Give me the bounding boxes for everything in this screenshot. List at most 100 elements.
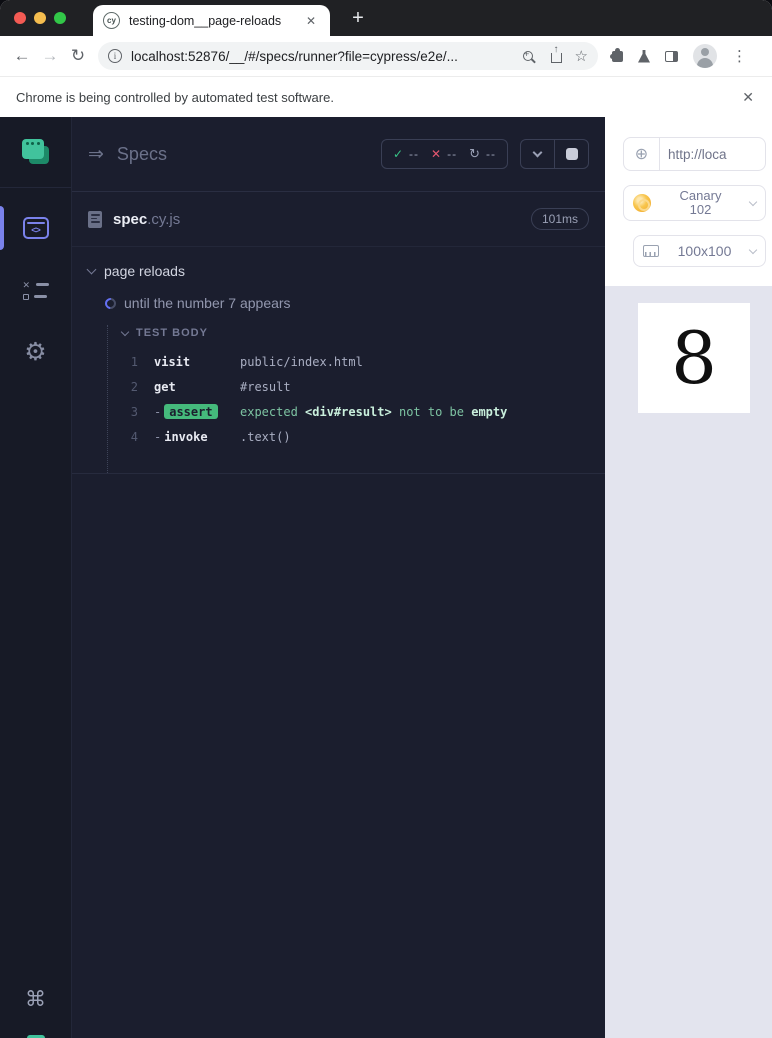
extensions-puzzle-icon[interactable] <box>609 48 623 62</box>
collapse-caret-icon[interactable] <box>86 264 97 274</box>
running-count: -- <box>486 147 496 161</box>
command-method: get <box>154 379 176 394</box>
viewport-size: 100x100 <box>677 243 732 259</box>
spec-header-row[interactable]: spec.cy.js 101ms <box>72 192 605 247</box>
assert-expected: empty <box>471 404 508 419</box>
canary-browser-icon <box>633 194 651 212</box>
zoom-window-button[interactable] <box>54 12 66 24</box>
crosshair-icon: ⊕ <box>634 146 649 163</box>
chevron-down-icon <box>748 197 758 206</box>
spec-name-bold: spec <box>113 210 148 228</box>
runner-panel: ⇒ Specs ✓ -- ✕ -- ↻ -- spec.cy.js 101ms … <box>72 117 605 1038</box>
close-window-button[interactable] <box>14 12 26 24</box>
passed-check-icon: ✓ <box>392 147 404 161</box>
aut-viewport-area: 8 <box>605 286 772 1038</box>
stop-icon <box>565 148 578 160</box>
aut-viewport[interactable]: 8 <box>638 303 750 413</box>
stat-failed: ✕ -- <box>431 147 457 161</box>
command-dash: - <box>154 404 162 419</box>
command-row[interactable]: 2 get #result <box>108 374 589 399</box>
test-body-section: TEST BODY 1 visit public/index.html 2 ge… <box>107 325 589 473</box>
forward-icon[interactable]: → <box>36 42 64 70</box>
stat-running: ↻ -- <box>469 146 496 162</box>
flask-icon[interactable] <box>638 49 650 63</box>
ruler-icon <box>643 245 659 257</box>
aut-url-bar[interactable]: ⊕ http://loca <box>623 137 766 171</box>
banner-close-icon[interactable]: ✕ <box>738 87 758 108</box>
browser-version: 102 <box>689 202 712 217</box>
address-url[interactable]: localhost:52876/__/#/specs/runner?file=c… <box>131 49 514 64</box>
viewport-selector[interactable]: 100x100 <box>633 235 766 267</box>
aut-result-number: 8 <box>671 316 717 400</box>
sidebar-item-settings[interactable]: ⚙ <box>0 332 71 372</box>
command-row[interactable]: 1 visit public/index.html <box>108 349 589 374</box>
sidebar-item-keyboard-shortcuts[interactable]: ⌘ <box>0 979 71 1019</box>
command-row[interactable]: 4 - invoke .text() <box>108 424 589 449</box>
toolbar-extensions: ⋮ <box>609 44 747 68</box>
cypress-app: <> ✕ ⚙ ⌘ ⇒ Specs ✓ -- ✕ -- ↻ -- spec.cy.… <box>0 117 772 1038</box>
spec-duration-badge: 101ms <box>530 208 589 230</box>
active-indicator <box>0 206 4 250</box>
test-stats: ✓ -- ✕ -- ↻ -- <box>380 139 508 169</box>
stop-button[interactable] <box>555 140 588 168</box>
tab-close-icon[interactable]: ✕ <box>302 12 320 30</box>
assert-subject: <div#result> <box>305 404 392 419</box>
browser-window: cy testing-dom__page-reloads ✕ + ← → ↻ i… <box>0 0 772 1038</box>
aut-url-text[interactable]: http://loca <box>660 138 765 170</box>
stat-passed: ✓ -- <box>393 147 419 161</box>
tab-title: testing-dom__page-reloads <box>129 13 282 28</box>
code-window-icon: <> <box>22 217 49 239</box>
gear-icon: ⚙ <box>24 337 47 366</box>
test-running-ring-icon <box>102 295 119 311</box>
command-number: 1 <box>130 354 138 369</box>
command-message: #result <box>240 379 291 394</box>
aut-panel: ⊕ http://loca Canary 102 100x100 8 <box>605 117 772 1038</box>
command-message: public/index.html <box>240 354 363 369</box>
share-icon[interactable] <box>550 52 562 63</box>
chrome-menu-icon[interactable]: ⋮ <box>732 47 747 65</box>
browser-selector[interactable]: Canary 102 <box>623 185 766 221</box>
sidebar: <> ✕ ⚙ ⌘ <box>0 117 72 1038</box>
chevron-down-icon <box>748 245 758 254</box>
minimize-window-button[interactable] <box>34 12 46 24</box>
tab-strip: cy testing-dom__page-reloads ✕ + <box>0 0 772 36</box>
address-bar[interactable]: i localhost:52876/__/#/specs/runner?file… <box>98 42 598 70</box>
back-icon[interactable]: ← <box>8 42 36 70</box>
profile-avatar[interactable] <box>693 44 717 68</box>
browser-tab[interactable]: cy testing-dom__page-reloads ✕ <box>93 5 330 36</box>
run-options-button[interactable] <box>521 140 554 168</box>
bookmark-star-icon[interactable]: ☆ <box>575 47 588 65</box>
suite-row[interactable]: page reloads <box>86 261 589 281</box>
specs-title: Specs <box>116 143 167 164</box>
command-row-assert[interactable]: 3 - assert expected <div#result> not to … <box>108 399 589 424</box>
assert-message: expected <div#result> not to be empty <box>240 405 507 419</box>
suite-title: page reloads <box>104 263 185 279</box>
sidebar-logo-block <box>0 117 71 188</box>
runner-header: ⇒ Specs ✓ -- ✕ -- ↻ -- <box>72 117 605 192</box>
test-body-header[interactable]: TEST BODY <box>108 325 589 341</box>
sidebar-item-runs[interactable]: ✕ <box>0 270 71 310</box>
reload-icon[interactable]: ↻ <box>64 42 92 70</box>
assert-text: not to be <box>398 404 464 419</box>
cypress-logo-icon[interactable] <box>21 139 50 165</box>
automation-banner-text: Chrome is being controlled by automated … <box>16 89 334 105</box>
test-row[interactable]: until the number 7 appears <box>102 293 589 313</box>
collapse-caret-icon[interactable] <box>120 327 130 336</box>
run-controls <box>520 139 589 169</box>
browser-toolbar: ← → ↻ i localhost:52876/__/#/specs/runne… <box>0 36 772 76</box>
command-method: visit <box>154 354 191 369</box>
new-tab-button[interactable]: + <box>344 4 372 32</box>
side-panel-icon[interactable] <box>665 50 678 62</box>
failed-cross-icon: ✕ <box>431 147 442 161</box>
browser-label: Canary 102 <box>651 189 750 217</box>
running-spinner-icon: ↻ <box>469 146 480 161</box>
specs-list-icon[interactable]: ⇒ <box>88 143 104 166</box>
automation-banner: Chrome is being controlled by automated … <box>0 76 772 117</box>
zoom-page-icon[interactable] <box>522 49 533 61</box>
sidebar-item-specs[interactable]: <> <box>0 206 71 250</box>
command-method: - invoke <box>154 430 240 444</box>
reporter: page reloads until the number 7 appears … <box>72 247 605 474</box>
site-info-icon[interactable]: i <box>108 49 122 63</box>
command-message: .text() <box>240 429 291 444</box>
selector-playground-button[interactable]: ⊕ <box>624 138 660 170</box>
